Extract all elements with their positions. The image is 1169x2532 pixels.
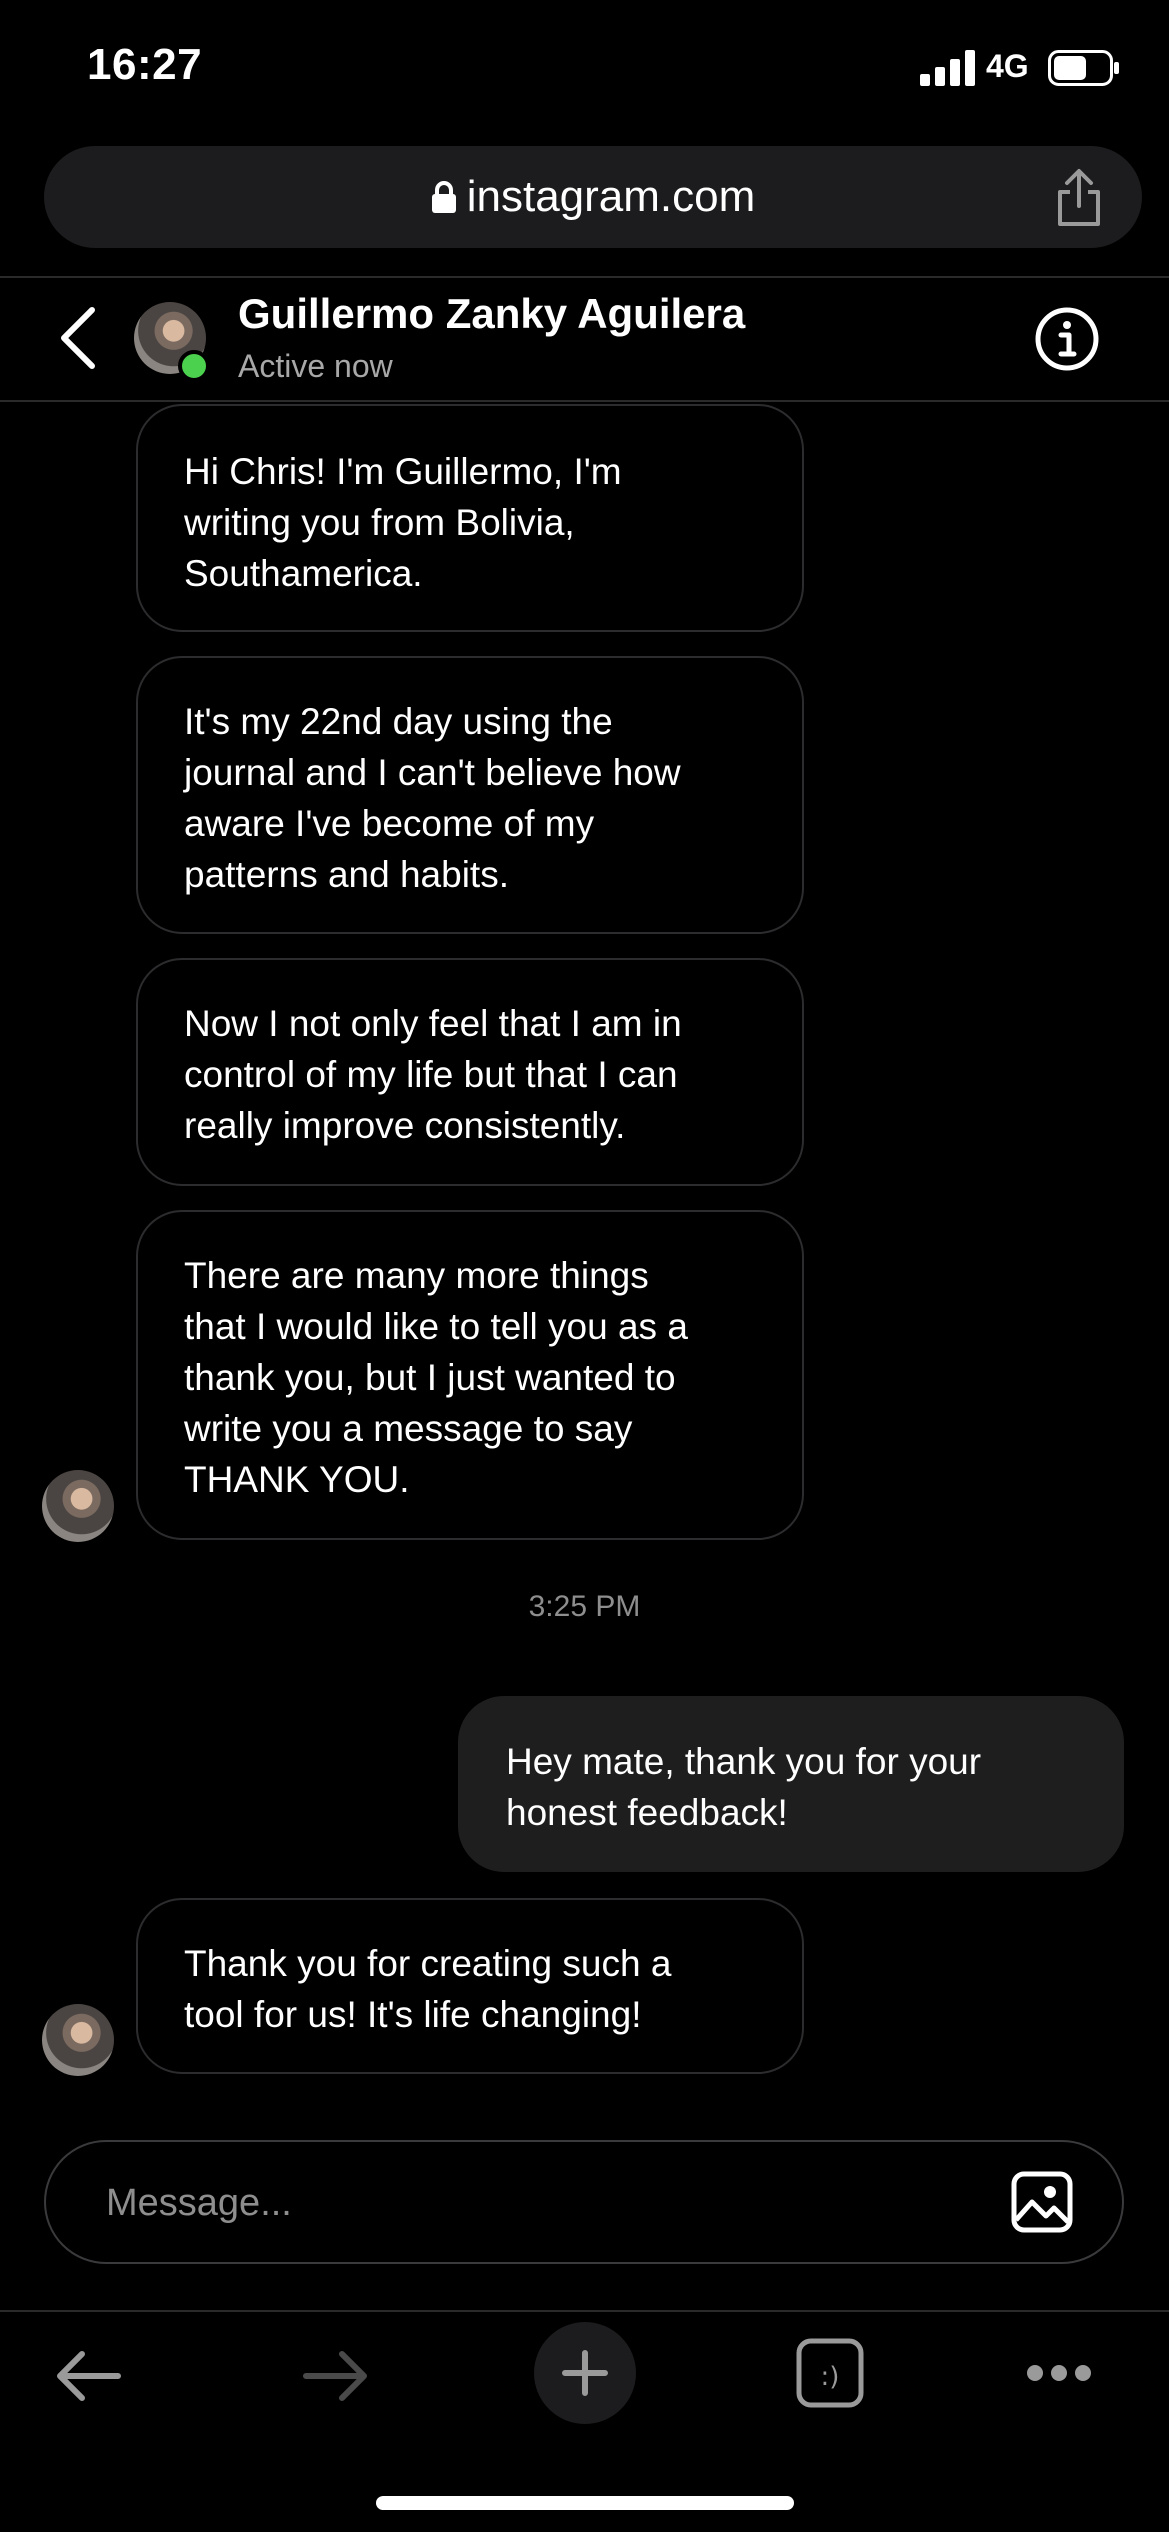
new-tab-button[interactable] [534,2322,636,2424]
message-bubble-incoming[interactable]: It's my 22nd day using the journal and I… [136,656,804,934]
signal-icon [920,50,975,86]
message-timestamp: 3:25 PM [528,1590,641,1623]
message-input[interactable] [104,2142,968,2264]
divider [0,2310,1169,2312]
forward-arrow-icon[interactable] [300,2346,372,2406]
message-bubble-outgoing[interactable]: Hey mate, thank you for your honest feed… [458,1696,1124,1872]
message-composer [44,2140,1124,2264]
divider [0,400,1169,402]
address-bar[interactable]: instagram.com [44,146,1142,248]
message-bubble-incoming[interactable]: Now I not only feel that I am in control… [136,958,804,1186]
tabs-icon[interactable]: :) [796,2338,864,2408]
svg-text::): :) [821,2362,840,2392]
network-type: 4G [986,48,1029,84]
share-icon[interactable] [1052,168,1106,228]
gallery-icon[interactable] [1010,2170,1074,2234]
divider [0,276,1169,278]
home-indicator[interactable] [376,2496,794,2510]
more-icon[interactable] [1024,2362,1094,2384]
back-chevron-icon[interactable] [58,306,98,370]
status-time: 16:27 [87,40,203,89]
contact-name[interactable]: Guillermo Zanky Aguilera [238,290,745,338]
url-text: instagram.com [466,172,756,221]
message-bubble-incoming[interactable]: There are many more things that I would … [136,1210,804,1540]
message-bubble-incoming[interactable]: Hi Chris! I'm Guillermo, I'm writing you… [136,404,804,632]
sender-avatar[interactable] [42,1470,114,1542]
battery-icon [1048,50,1119,86]
active-status: Active now [238,348,393,384]
lock-icon [431,181,456,213]
info-icon[interactable] [1034,306,1100,372]
message-bubble-incoming[interactable]: Thank you for creating such a tool for u… [136,1898,804,2074]
new-tab-plus-icon [562,2350,608,2396]
sender-avatar[interactable] [42,2004,114,2076]
online-indicator [178,350,210,382]
back-arrow-icon[interactable] [52,2346,124,2406]
